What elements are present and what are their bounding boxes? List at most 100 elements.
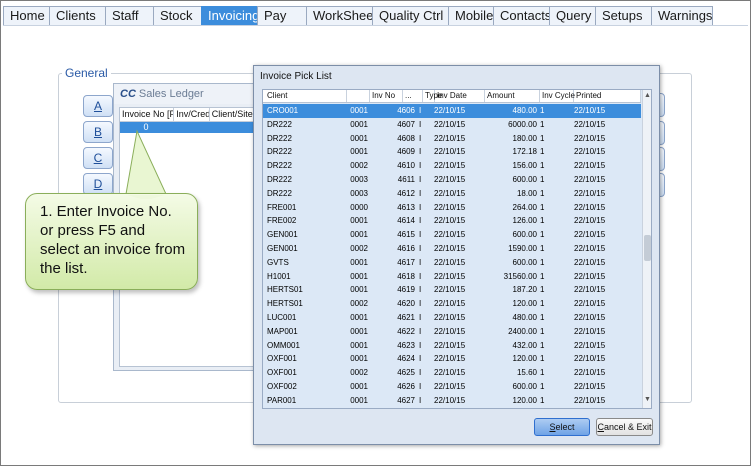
table-row[interactable]: HERTS01 0002 4620 I 22/10/15 120.00 1 22/10/15 <box>263 297 641 311</box>
table-cell: 4614 <box>397 216 415 226</box>
table-row[interactable]: DR222 0002 4610 I 22/10/15 156.00 1 22/10/15 <box>263 159 641 173</box>
general-button-c[interactable]: C <box>83 147 113 169</box>
grid-column-header[interactable]: Printed <box>574 90 641 102</box>
scrollbar-thumb[interactable] <box>644 235 651 261</box>
table-row[interactable]: MAP001 0001 4622 I 22/10/15 2400.00 1 22/10/15 <box>263 325 641 339</box>
tab-worksheet[interactable]: WorkSheet <box>306 6 377 26</box>
table-cell: 1 <box>540 285 545 295</box>
table-cell: 4619 <box>397 285 415 295</box>
table-row[interactable]: OXF001 0002 4625 I 22/10/15 15.60 1 22/10/15 <box>263 366 641 380</box>
table-row[interactable]: DR222 0001 4609 I 22/10/15 172.18 1 22/10/15 <box>263 145 641 159</box>
cancel-exit-button[interactable]: Cancel & Exit <box>596 418 653 436</box>
table-cell: HERTS01 <box>267 299 303 309</box>
tab-mobile[interactable]: Mobile <box>448 6 493 26</box>
table-cell: H1001 <box>267 271 291 281</box>
table-cell: 22/10/15 <box>434 313 466 322</box>
table-cell: 22/10/15 <box>574 230 606 240</box>
grid-column-header[interactable]: Inv Date <box>435 90 485 102</box>
table-row[interactable]: CRO001 0001 4606 I 22/10/15 480.00 1 22/10/15 <box>263 104 641 118</box>
table-cell: 1 <box>540 340 545 350</box>
tab-query[interactable]: Query <box>549 6 595 26</box>
table-cell: 0001 <box>350 147 368 157</box>
table-row[interactable]: DR222 0001 4608 I 22/10/15 180.00 1 22/10/15 <box>263 132 641 146</box>
select-button[interactable]: Select <box>534 418 590 436</box>
table-cell: 1 <box>540 175 545 184</box>
tab-invoicing[interactable]: Invoicing <box>201 6 259 26</box>
table-cell: I <box>419 106 422 115</box>
tab-contacts[interactable]: Contacts <box>493 6 551 26</box>
general-button-d[interactable]: D <box>83 173 113 195</box>
table-cell: 6000.00 <box>508 119 537 129</box>
general-button-b[interactable]: B <box>83 121 113 143</box>
table-cell: I <box>419 326 422 336</box>
table-cell: 22/10/15 <box>574 202 606 212</box>
inv-cred-field[interactable] <box>172 122 208 133</box>
table-cell: 22/10/15 <box>434 216 466 226</box>
table-row[interactable]: DR222 0003 4611 I 22/10/15 600.00 1 22/10/15 <box>263 173 641 187</box>
invoice-grid: Client Inv No... Type Inv Date Amount Inv Cyc… <box>262 89 652 409</box>
table-cell: 0001 <box>350 395 368 405</box>
grid-column-header[interactable]: Client <box>265 90 347 102</box>
table-cell: 22/10/15 <box>434 230 466 240</box>
table-row[interactable]: OXF001 0001 4624 I 22/10/15 120.00 1 22/10/15 <box>263 352 641 366</box>
scroll-up-icon[interactable]: ▲ <box>644 92 651 99</box>
table-cell: 0003 <box>350 175 368 184</box>
table-row[interactable]: DR222 0001 4607 I 22/10/15 6000.00 1 22/10/15 <box>263 118 641 132</box>
table-row[interactable]: GVTS 0001 4617 I 22/10/15 600.00 1 22/10/15 <box>263 256 641 270</box>
invoice-no-input-row[interactable]: 0 ( <box>120 122 258 133</box>
table-row[interactable]: FRE002 0001 4614 I 22/10/15 126.00 1 22/10/15 <box>263 214 641 228</box>
table-row[interactable]: H1001 0001 4618 I 22/10/15 31560.00 1 22/10/15 <box>263 270 641 284</box>
grid-column-header[interactable]: Type <box>423 90 442 102</box>
column-header-inv-cred[interactable]: Inv/Cred <box>174 108 210 121</box>
tab-stock[interactable]: Stock <box>153 6 201 26</box>
table-cell: 22/10/15 <box>574 271 606 281</box>
tab-staff[interactable]: Staff <box>105 6 153 26</box>
table-cell: GEN001 <box>267 230 298 240</box>
table-row[interactable]: PAR001 0001 4627 I 22/10/15 120.00 1 22/10/15 <box>263 394 641 408</box>
scroll-down-icon[interactable]: ▼ <box>644 396 651 403</box>
table-row[interactable]: OXF002 0001 4626 I 22/10/15 600.00 1 22/10/15 <box>263 380 641 394</box>
grid-column-header[interactable]: Inv No <box>370 90 403 102</box>
table-cell: 0002 <box>350 161 368 171</box>
table-cell: 2400.00 <box>508 326 537 336</box>
column-header-client-site[interactable]: Client/Site <box>210 108 258 121</box>
tab-home[interactable]: Home <box>3 6 49 26</box>
table-row[interactable]: HERTS01 0001 4619 I 22/10/15 187.20 1 22/10/15 <box>263 283 641 297</box>
table-row[interactable]: OMM001 0001 4623 I 22/10/15 432.00 1 22/10/15 <box>263 339 641 353</box>
client-site-field[interactable]: ( <box>208 122 258 133</box>
table-cell: 1 <box>540 106 545 115</box>
tab-setups[interactable]: Setups <box>595 6 651 26</box>
table-cell: 264.00 <box>512 202 537 212</box>
table-cell: 600.00 <box>512 175 537 184</box>
table-cell: 120.00 <box>512 299 537 309</box>
table-cell: LUC001 <box>267 313 297 322</box>
column-header-invoice-no[interactable]: Invoice No [F5] <box>120 108 175 121</box>
general-button-a[interactable]: A <box>83 95 113 117</box>
table-row[interactable]: LUC001 0001 4621 I 22/10/15 480.00 1 22/10/15 <box>263 311 641 325</box>
grid-column-header[interactable]: Amount <box>485 90 540 102</box>
table-cell: 1 <box>540 147 545 157</box>
table-cell: 4617 <box>397 257 415 267</box>
table-cell: 22/10/15 <box>434 257 466 267</box>
table-cell: 0001 <box>350 119 368 129</box>
table-cell: 0001 <box>350 106 368 115</box>
table-cell: 600.00 <box>512 382 537 391</box>
table-row[interactable]: FRE001 0000 4613 I 22/10/15 264.00 1 22/10/15 <box>263 201 641 215</box>
table-cell: 22/10/15 <box>434 354 466 364</box>
grid-column-header[interactable]: ... <box>403 90 423 102</box>
table-cell: 22/10/15 <box>574 285 606 295</box>
table-cell: 22/10/15 <box>434 382 466 391</box>
table-cell: 22/10/15 <box>434 133 466 143</box>
invoice-no-field[interactable]: 0 <box>120 122 172 133</box>
tab-quality-ctrl[interactable]: Quality Ctrl <box>372 6 448 26</box>
tab-warnings[interactable]: Warnings <box>651 6 713 26</box>
tab-clients[interactable]: Clients <box>49 6 105 26</box>
grid-column-header[interactable]: Inv Cycle <box>540 90 575 102</box>
table-row[interactable]: GEN001 0002 4616 I 22/10/15 1590.00 1 22/10/15 <box>263 242 641 256</box>
table-row[interactable]: GEN001 0001 4615 I 22/10/15 600.00 1 22/10/15 <box>263 228 641 242</box>
table-cell: I <box>419 368 422 378</box>
grid-column-header[interactable] <box>347 90 370 102</box>
vertical-scrollbar[interactable]: ▲ ▼ <box>642 90 651 408</box>
table-row[interactable]: DR222 0003 4612 I 22/10/15 18.00 1 22/10/15 <box>263 187 641 201</box>
tab-pay[interactable]: Pay <box>257 6 306 26</box>
